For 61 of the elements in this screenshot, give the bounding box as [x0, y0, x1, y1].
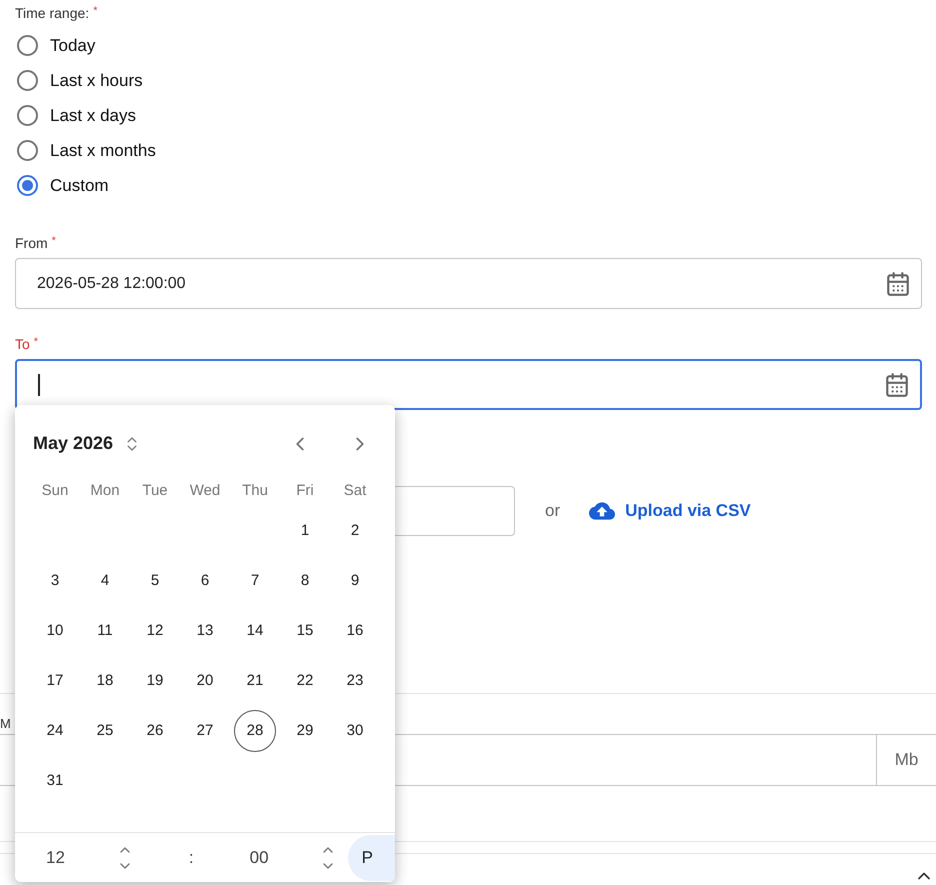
- field-value: 2026-05-28 12:00:00: [37, 274, 187, 294]
- required-mark: *: [34, 335, 38, 350]
- radio-label: Last x days: [50, 104, 136, 127]
- calendar-day[interactable]: 6: [184, 560, 226, 602]
- field-label: From: [15, 234, 48, 253]
- calendar-day[interactable]: 12: [134, 610, 176, 652]
- radio-button[interactable]: [17, 105, 38, 126]
- calendar-day[interactable]: 7: [234, 560, 276, 602]
- radio-button[interactable]: [17, 35, 38, 56]
- calendar-day[interactable]: 18: [84, 660, 126, 702]
- calendar-day[interactable]: 23: [334, 660, 376, 702]
- weekday-label: Thu: [241, 481, 269, 500]
- calendar-day[interactable]: 9: [334, 560, 376, 602]
- radio-label: Last x hours: [50, 70, 143, 92]
- radio-button[interactable]: [17, 140, 38, 161]
- calendar-day[interactable]: 20: [184, 660, 226, 702]
- required-mark: *: [52, 234, 56, 249]
- weekday-label: Sun: [40, 481, 70, 500]
- date-field[interactable]: 2026-05-28 12:00:00: [15, 258, 922, 309]
- calendar-day[interactable]: 11: [84, 610, 126, 652]
- required-mark: *: [93, 4, 98, 19]
- month-title[interactable]: May 2026: [33, 430, 114, 457]
- unit-suffix: Mb: [876, 735, 936, 785]
- calendar-day[interactable]: 22: [284, 660, 326, 702]
- calendar-day[interactable]: 4: [84, 560, 126, 602]
- weekday-label: Wed: [188, 481, 222, 500]
- calendar-day[interactable]: 28: [234, 710, 276, 752]
- calendar-day[interactable]: 15: [284, 610, 326, 652]
- calendar-day[interactable]: 13: [184, 610, 226, 652]
- field-label: To: [15, 335, 30, 354]
- weekday-label: Mon: [89, 481, 121, 500]
- radio-label: Custom: [50, 174, 109, 197]
- upload-link[interactable]: Upload via CSV: [589, 498, 751, 524]
- radio-button[interactable]: [17, 70, 38, 91]
- radio-button[interactable]: [17, 175, 38, 196]
- calendar-day[interactable]: 21: [234, 660, 276, 702]
- calendar-day[interactable]: 3: [34, 560, 76, 602]
- period-button[interactable]: P: [348, 834, 395, 880]
- calendar-day[interactable]: 19: [134, 660, 176, 702]
- calendar-day[interactable]: 2: [334, 510, 376, 552]
- weekday-label: Sat: [342, 481, 368, 500]
- minute-value: 00: [250, 846, 269, 869]
- calendar-day[interactable]: 1: [284, 510, 326, 552]
- calendar-day[interactable]: 14: [234, 610, 276, 652]
- calendar-day[interactable]: 16: [334, 610, 376, 652]
- calendar-day[interactable]: 10: [34, 610, 76, 652]
- calendar-day[interactable]: 8: [284, 560, 326, 602]
- calendar-day[interactable]: 17: [34, 660, 76, 702]
- time-separator: :: [188, 846, 194, 869]
- radio-label: Today: [50, 34, 96, 57]
- weekday-label: Tue: [141, 481, 169, 500]
- text-cursor: [38, 374, 40, 396]
- radio-label: Last x months: [50, 140, 156, 162]
- field-label: Time range:: [15, 4, 90, 23]
- field-label: M: [0, 716, 11, 731]
- weekday-label: Fri: [295, 481, 315, 500]
- calendar-day[interactable]: 5: [134, 560, 176, 602]
- separator-text: or: [545, 500, 560, 522]
- calendar-icon[interactable]: [885, 270, 911, 296]
- hour-value: 12: [46, 846, 65, 869]
- calendar-icon[interactable]: [884, 372, 910, 398]
